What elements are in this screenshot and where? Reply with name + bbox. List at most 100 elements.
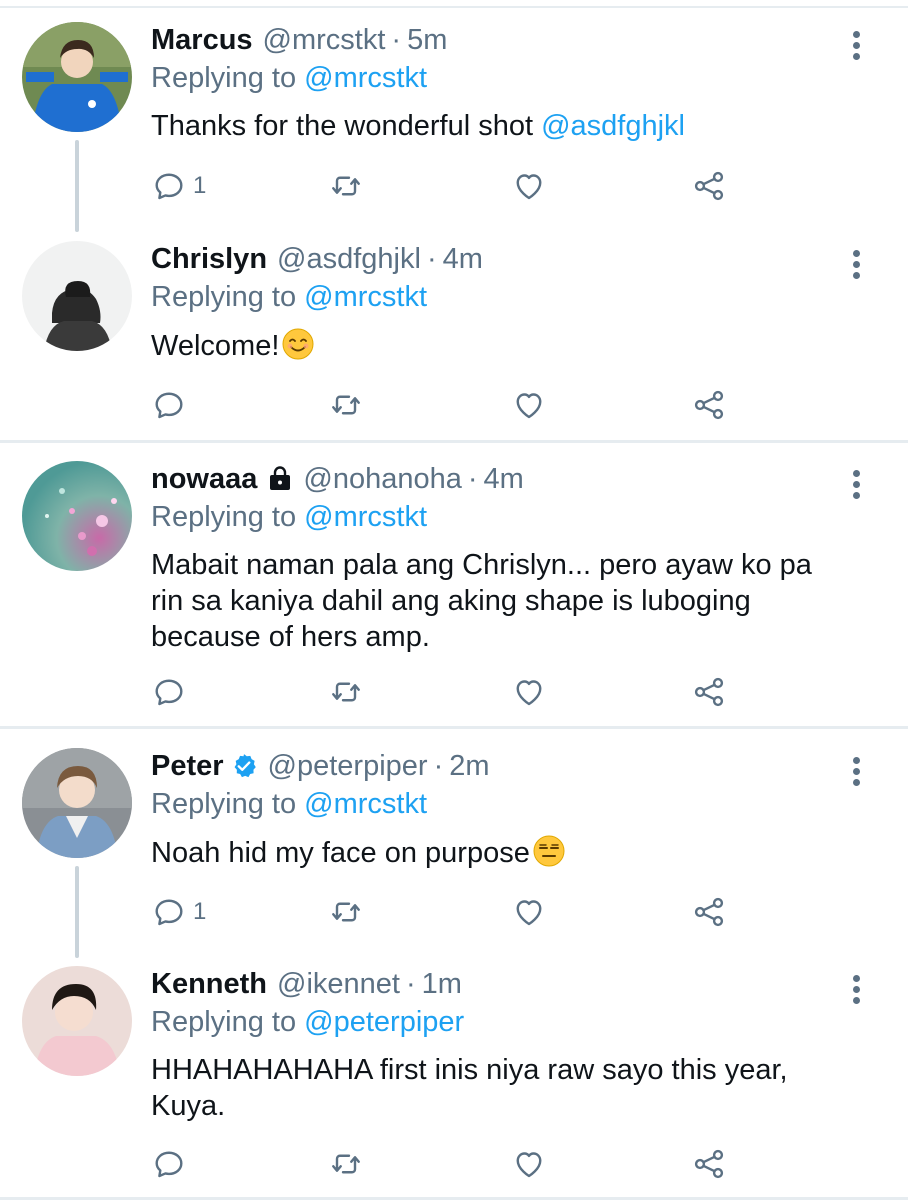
- reply-icon: [155, 173, 183, 200]
- tweet-text: Welcome!: [151, 327, 838, 364]
- verified-badge-icon: [234, 754, 256, 778]
- display-name[interactable]: nowaaa: [151, 463, 257, 496]
- separator-dot: ·: [467, 462, 478, 495]
- heart-icon: [516, 174, 542, 200]
- replying-to-mention[interactable]: @peterpiper: [304, 1006, 464, 1038]
- retweet-button[interactable]: [328, 383, 364, 427]
- share-button[interactable]: [691, 1142, 727, 1186]
- replying-to-mention[interactable]: @mrcstkt: [304, 788, 427, 820]
- heart-icon: [516, 1152, 542, 1178]
- heart-icon: [516, 393, 542, 419]
- retweet-button[interactable]: [328, 164, 364, 208]
- user-handle[interactable]: @mrcstkt: [263, 24, 386, 57]
- separator-dot: ·: [433, 749, 444, 782]
- tweet-text-body: Thanks for the wonderful shot: [151, 110, 534, 142]
- tweet-content: Peter @peterpiper · 2m Replying to @mrcs…: [151, 748, 838, 871]
- avatar[interactable]: [22, 22, 132, 132]
- replying-to: Replying to @mrcstkt: [151, 786, 838, 822]
- like-button[interactable]: [511, 164, 547, 208]
- expressionless-face-emoji: [533, 835, 565, 867]
- replying-to-mention[interactable]: @mrcstkt: [304, 501, 427, 533]
- heart-icon: [516, 680, 542, 706]
- more-vertical-icon[interactable]: [844, 247, 868, 287]
- share-button[interactable]: [691, 383, 727, 427]
- tweet-text: Noah hid my face on purpose: [151, 834, 838, 871]
- retweet-icon: [332, 395, 360, 415]
- avatar[interactable]: [22, 966, 132, 1076]
- retweet-icon: [332, 902, 360, 922]
- user-handle[interactable]: @nohanoha: [303, 463, 461, 496]
- reply-count: 1: [193, 898, 207, 925]
- retweet-button[interactable]: [328, 890, 364, 934]
- separator-dot: ·: [426, 242, 437, 275]
- like-button[interactable]: [511, 1142, 547, 1186]
- more-vertical-icon[interactable]: [844, 467, 868, 507]
- like-button[interactable]: [511, 383, 547, 427]
- timestamp[interactable]: 5m: [407, 24, 447, 57]
- replying-to: Replying to @mrcstkt: [151, 279, 838, 315]
- user-handle[interactable]: @ikennet: [277, 968, 400, 1001]
- display-name[interactable]: Kenneth: [151, 968, 267, 1001]
- tweet-actions: [151, 670, 751, 714]
- more-vertical-icon[interactable]: [844, 754, 868, 794]
- timestamp[interactable]: 4m: [484, 463, 524, 496]
- thread-connector: [75, 866, 79, 958]
- share-button[interactable]: [691, 890, 727, 934]
- tweet-actions: [151, 383, 751, 427]
- smiling-face-emoji: [282, 328, 314, 360]
- like-button[interactable]: [511, 890, 547, 934]
- share-icon: [694, 390, 724, 420]
- tweet-divider: [0, 440, 908, 443]
- more-vertical-icon[interactable]: [844, 28, 868, 68]
- tweet-text: Mabait naman pala ang Chrislyn... pero a…: [151, 547, 841, 655]
- heart-icon: [516, 900, 542, 926]
- reply-icon: [155, 679, 183, 706]
- display-name[interactable]: Chrislyn: [151, 243, 267, 276]
- user-handle[interactable]: @peterpiper: [268, 750, 428, 783]
- avatar[interactable]: [22, 241, 132, 351]
- timestamp[interactable]: 1m: [422, 968, 462, 1001]
- separator-dot: ·: [391, 23, 402, 56]
- tweet-header: Marcus @mrcstkt · 5m: [151, 22, 838, 58]
- reply-feed: Marcus @mrcstkt · 5m Replying to @mrcstk…: [0, 0, 908, 1200]
- tweet-actions: 1: [151, 164, 751, 208]
- tweet-content: Marcus @mrcstkt · 5m Replying to @mrcstk…: [151, 22, 838, 144]
- tweet-text-body: Noah hid my face on purpose: [151, 837, 530, 869]
- tweet-actions: 1: [151, 890, 751, 934]
- display-name[interactable]: Peter: [151, 750, 224, 783]
- replying-to-mention[interactable]: @mrcstkt: [304, 281, 427, 313]
- reply-button[interactable]: 1: [151, 164, 206, 208]
- reply-button[interactable]: [151, 670, 193, 714]
- tweet-header: nowaaa @nohanoha · 4m: [151, 461, 838, 497]
- reply-icon: [155, 899, 183, 926]
- share-button[interactable]: [691, 670, 727, 714]
- retweet-icon: [332, 682, 360, 702]
- replying-to-prefix: Replying to: [151, 281, 297, 313]
- replying-to-mention[interactable]: @mrcstkt: [304, 62, 427, 94]
- tweet-content: nowaaa @nohanoha · 4m Replying to @mrcst…: [151, 461, 838, 655]
- timestamp[interactable]: 2m: [449, 750, 489, 783]
- reply-button[interactable]: [151, 1142, 193, 1186]
- replying-to: Replying to @mrcstkt: [151, 499, 838, 535]
- tweet-text-mention[interactable]: @asdfghjkl: [541, 110, 685, 142]
- tweet-header: Chrislyn @asdfghjkl · 4m: [151, 241, 838, 277]
- tweet-text-body: HHAHAHAHAHA first inis niya raw sayo thi…: [151, 1054, 788, 1122]
- retweet-button[interactable]: [328, 670, 364, 714]
- avatar[interactable]: [22, 748, 132, 858]
- timestamp[interactable]: 4m: [443, 243, 483, 276]
- like-button[interactable]: [511, 670, 547, 714]
- share-button[interactable]: [691, 164, 727, 208]
- tweet-text: Thanks for the wonderful shot @asdfghjkl: [151, 108, 838, 144]
- reply-count: 1: [193, 172, 207, 199]
- reply-button[interactable]: 1: [151, 890, 206, 934]
- display-name[interactable]: Marcus: [151, 24, 253, 57]
- avatar[interactable]: [22, 461, 132, 571]
- tweet-text-body: Welcome!: [151, 330, 280, 362]
- user-handle[interactable]: @asdfghjkl: [277, 243, 421, 276]
- reply-button[interactable]: [151, 383, 193, 427]
- reply-icon: [155, 392, 183, 419]
- retweet-button[interactable]: [328, 1142, 364, 1186]
- separator-dot: ·: [405, 967, 416, 1000]
- retweet-icon: [332, 176, 360, 196]
- more-vertical-icon[interactable]: [844, 972, 868, 1012]
